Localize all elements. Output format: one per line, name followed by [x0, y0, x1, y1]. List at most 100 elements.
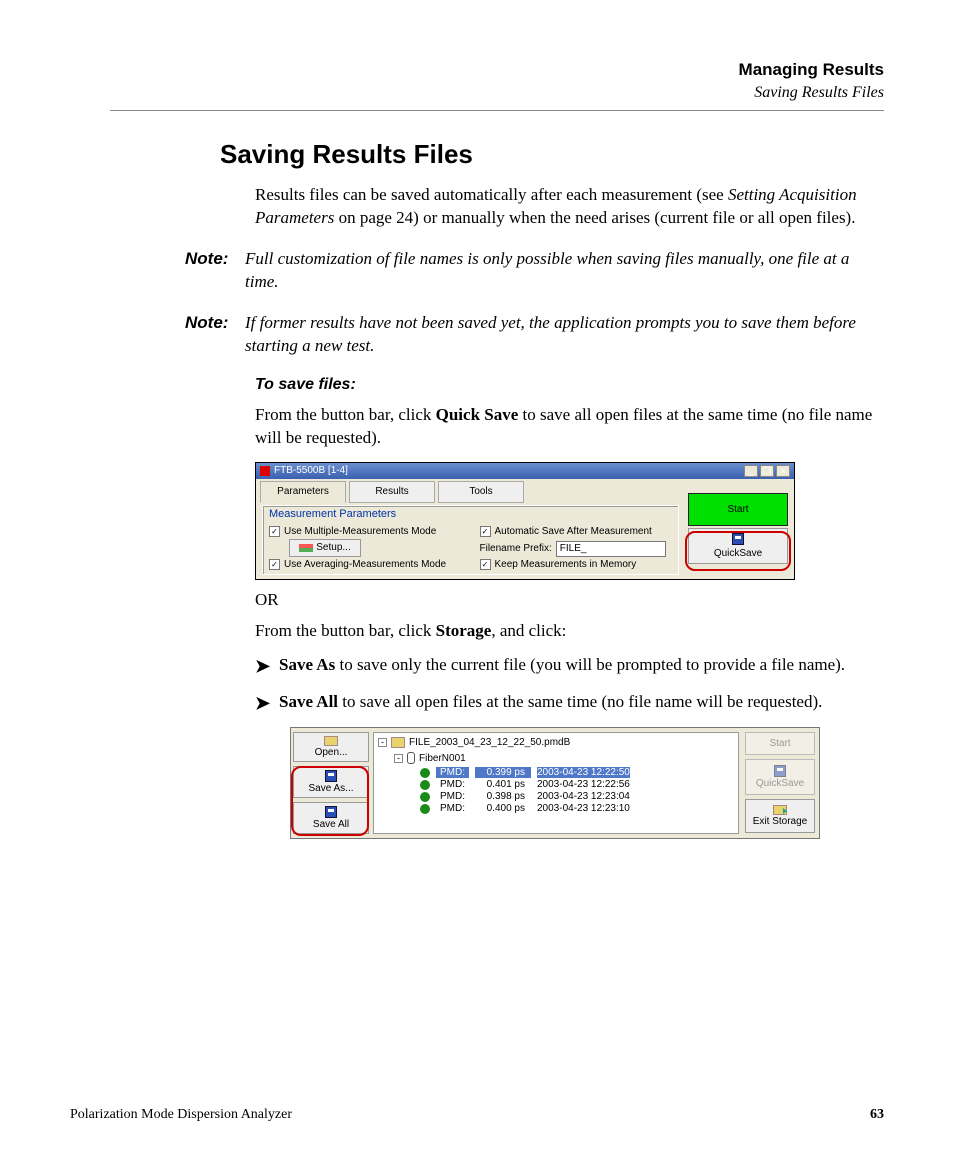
save-all-button[interactable]: Save All [293, 802, 369, 834]
arrow-icon: ➤ [255, 691, 279, 715]
result-row[interactable]: PMD: 0.401 ps 2003-04-23 12:22:56 [420, 779, 734, 790]
group-title: Measurement Parameters [269, 508, 672, 520]
note-text: If former results have not been saved ye… [245, 312, 884, 358]
note-label: Note: [185, 248, 245, 294]
start-button-disabled: Start [745, 732, 815, 755]
minimize-button[interactable]: _ [744, 465, 758, 477]
bullet-save-as: ➤ Save As to save only the current file … [255, 654, 884, 678]
footer-page-number: 63 [870, 1107, 884, 1123]
pmd-value: 0.401 ps [475, 779, 531, 790]
dot-icon [420, 804, 430, 814]
intro-paragraph: Results files can be saved automatically… [255, 184, 884, 230]
chk-label: Automatic Save After Measurement [495, 526, 652, 537]
result-row[interactable]: PMD: 0.398 ps 2003-04-23 12:23:04 [420, 791, 734, 802]
or-separator: OR [255, 590, 884, 610]
collapse-toggle[interactable]: - [378, 738, 387, 747]
chk-keep-memory[interactable]: ✓ Keep Measurements in Memory [480, 559, 673, 570]
instruction-2: From the button bar, click Storage, and … [255, 620, 884, 643]
header-rule [110, 110, 884, 111]
filename-prefix-input[interactable]: FILE_ [556, 541, 666, 557]
intro-a: Results files can be saved automatically… [255, 185, 728, 204]
pmd-timestamp: 2003-04-23 12:23:04 [537, 791, 630, 802]
filename-prefix-row: Filename Prefix: FILE_ [480, 541, 673, 557]
storage-left-buttons: Open... Save As... Save All [291, 728, 371, 838]
note-label: Note: [185, 312, 245, 358]
section-subtitle: Saving Results Files [110, 84, 884, 102]
chk-autosave[interactable]: ✓ Automatic Save After Measurement [480, 526, 673, 537]
fiber-spool-icon [407, 752, 415, 764]
tree-root[interactable]: - FILE_2003_04_23_12_22_50.pmdB [378, 737, 734, 748]
screenshot-parameters: FTB-5500B [1-4] _ ❐ × Parameters Results… [255, 462, 795, 580]
exit-storage-button[interactable]: Exit Storage [745, 799, 815, 833]
pmd-timestamp: 2003-04-23 12:23:10 [537, 803, 630, 814]
note-1: Note: Full customization of file names i… [185, 248, 884, 294]
instr2-pre: From the button bar, click [255, 621, 436, 640]
tree-leaves: PMD: 0.399 ps 2003-04-23 12:22:50 PMD: 0… [420, 767, 734, 814]
instr2-post: , and click: [491, 621, 566, 640]
tab-results[interactable]: Results [349, 481, 435, 503]
pmd-value: 0.399 ps [475, 767, 531, 778]
save-as-button[interactable]: Save As... [293, 766, 369, 798]
quicksave-label: QuickSave [714, 548, 762, 559]
exit-label: Exit Storage [753, 816, 807, 827]
file-name: FILE_2003_04_23_12_22_50.pmdB [409, 737, 570, 748]
tab-parameters[interactable]: Parameters [260, 481, 346, 503]
pmd-tag: PMD: [436, 767, 469, 778]
app-icon [260, 466, 270, 476]
screenshot-storage: Open... Save As... Save All - FILE_2003_… [290, 727, 820, 839]
pmd-tag: PMD: [436, 791, 469, 802]
setup-icon [299, 544, 313, 552]
intro-b: on page 24) or manually when the need ar… [334, 208, 855, 227]
bullet-save-all: ➤ Save All to save all open files at the… [255, 691, 884, 715]
pmd-value: 0.398 ps [475, 791, 531, 802]
checkbox-icon: ✓ [269, 559, 280, 570]
floppy-icon [774, 765, 786, 777]
note-text: Full customization of file names is only… [245, 248, 884, 294]
chk-label: Use Multiple-Measurements Mode [284, 526, 436, 537]
dot-icon [420, 780, 430, 790]
measurement-parameters-group: Measurement Parameters ✓ Use Multiple-Me… [262, 505, 679, 575]
setup-button[interactable]: Setup... [289, 539, 361, 557]
close-button[interactable]: × [776, 465, 790, 477]
instruction-1: From the button bar, click Quick Save to… [255, 404, 884, 450]
restore-button[interactable]: ❐ [760, 465, 774, 477]
pmd-timestamp: 2003-04-23 12:22:50 [537, 767, 630, 778]
save-all-label: Save All [313, 819, 349, 830]
instr2-bold: Storage [436, 621, 492, 640]
folder-open-icon [324, 736, 338, 746]
procedure-heading: To save files: [255, 376, 884, 394]
tree-fiber[interactable]: - FiberN001 [394, 752, 734, 764]
note-2: Note: If former results have not been sa… [185, 312, 884, 358]
quicksave-label: QuickSave [756, 778, 804, 789]
page-title: Saving Results Files [220, 139, 884, 170]
quicksave-button[interactable]: QuickSave [688, 528, 788, 564]
arrow-icon: ➤ [255, 654, 279, 678]
result-row[interactable]: PMD: 0.400 ps 2003-04-23 12:23:10 [420, 803, 734, 814]
results-tree[interactable]: - FILE_2003_04_23_12_22_50.pmdB - FiberN… [373, 732, 739, 834]
result-row[interactable]: PMD: 0.399 ps 2003-04-23 12:22:50 [420, 767, 734, 778]
page-footer: Polarization Mode Dispersion Analyzer 63 [70, 1107, 884, 1123]
instr1-pre: From the button bar, click [255, 405, 436, 424]
quicksave-button-disabled: QuickSave [745, 759, 815, 795]
dot-icon [420, 768, 430, 778]
collapse-toggle[interactable]: - [394, 754, 403, 763]
chk-averaging-mode[interactable]: ✓ Use Averaging-Measurements Mode [269, 559, 462, 570]
footer-doc-title: Polarization Mode Dispersion Analyzer [70, 1107, 292, 1123]
pmd-value: 0.400 ps [475, 803, 531, 814]
storage-right-buttons: Start QuickSave Exit Storage [741, 728, 819, 838]
checkbox-icon: ✓ [480, 559, 491, 570]
save-as-label: Save As... [308, 783, 353, 794]
chk-multi-mode[interactable]: ✓ Use Multiple-Measurements Mode [269, 526, 462, 537]
tab-tools[interactable]: Tools [438, 481, 524, 503]
floppy-icon [732, 533, 744, 545]
open-button[interactable]: Open... [293, 732, 369, 762]
dot-icon [420, 792, 430, 802]
start-button[interactable]: Start [688, 493, 788, 526]
chk-label: Use Averaging-Measurements Mode [284, 559, 446, 570]
floppy-icon [325, 806, 337, 818]
folder-icon [391, 737, 405, 748]
bullet-bold: Save As [279, 655, 335, 674]
bullet-rest: to save all open files at the same time … [338, 692, 822, 711]
checkbox-icon: ✓ [269, 526, 280, 537]
chk-label: Keep Measurements in Memory [495, 559, 637, 570]
